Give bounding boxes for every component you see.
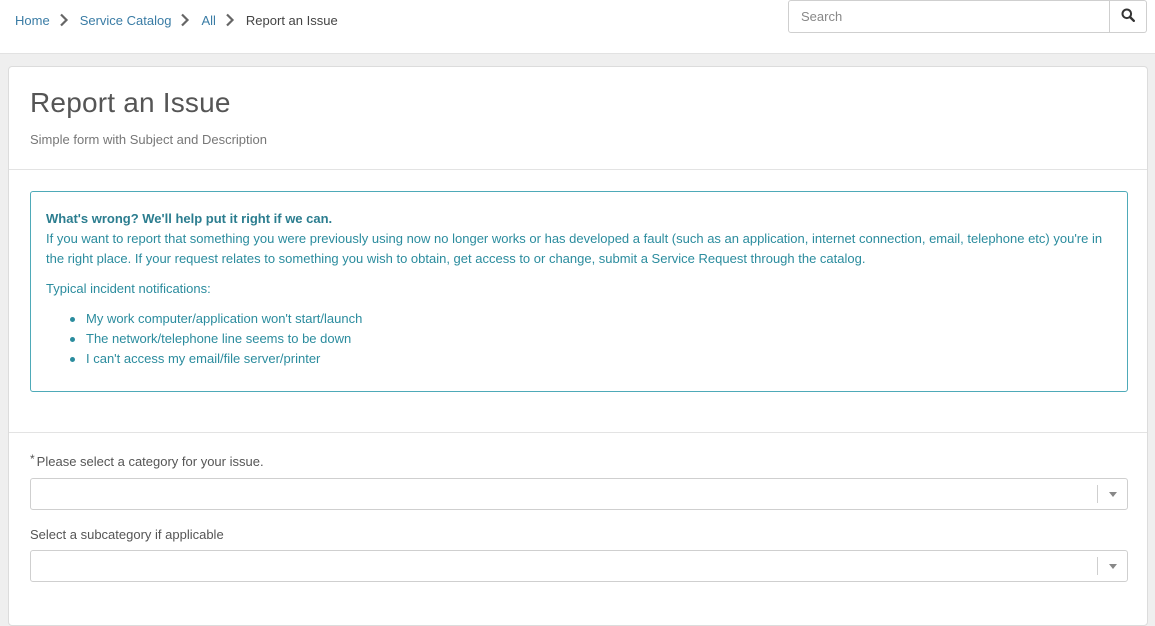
search-button[interactable]: [1110, 0, 1147, 33]
info-list: My work computer/application won't start…: [46, 309, 1112, 369]
list-item-text: My work computer/application won't start…: [86, 311, 363, 326]
top-bar: Home Service Catalog All Report an Issue: [0, 0, 1155, 54]
search-input[interactable]: [788, 0, 1110, 33]
page-title: Report an Issue: [30, 87, 231, 118]
breadcrumb-service-catalog-link[interactable]: Service Catalog: [80, 13, 172, 28]
chevron-right-icon: [171, 13, 201, 27]
info-list-label: Typical incident notifications:: [46, 281, 211, 296]
bullet-icon: [70, 337, 75, 342]
chevron-right-icon: [50, 13, 80, 27]
section-divider: [9, 432, 1147, 433]
info-heading: What's wrong? We'll help put it right if…: [46, 211, 333, 226]
catalog-item-panel: Report an Issue Simple form with Subject…: [8, 66, 1148, 626]
bullet-icon: [70, 317, 75, 322]
bullet-icon: [70, 357, 75, 362]
info-box: What's wrong? We'll help put it right if…: [30, 191, 1128, 392]
breadcrumb-home-link[interactable]: Home: [15, 13, 50, 28]
caret-down-icon[interactable]: [1097, 557, 1127, 575]
search-icon: [1121, 8, 1136, 25]
page-subtitle: Simple form with Subject and Description: [30, 132, 267, 147]
list-item-text: The network/telephone line seems to be d…: [86, 331, 352, 346]
category-label: * Please select a category for your issue…: [30, 452, 264, 469]
subcategory-select[interactable]: [30, 550, 1128, 582]
category-label-text: Please select a category for your issue.: [36, 454, 264, 469]
breadcrumb-all-link[interactable]: All: [201, 13, 215, 28]
list-item: I can't access my email/file server/prin…: [68, 349, 1112, 369]
chevron-right-icon: [216, 13, 246, 27]
required-indicator: *: [30, 452, 35, 466]
breadcrumb-current: Report an Issue: [245, 12, 338, 28]
panel-header: Report an Issue Simple form with Subject…: [9, 67, 1147, 170]
category-select[interactable]: [30, 478, 1128, 510]
breadcrumb: Home Service Catalog All Report an Issue: [15, 11, 338, 29]
info-paragraph: If you want to report that something you…: [46, 231, 1103, 266]
subcategory-label: Select a subcategory if applicable: [30, 527, 224, 542]
list-item-text: I can't access my email/file server/prin…: [86, 351, 321, 366]
search-bar: [788, 0, 1147, 33]
caret-down-icon[interactable]: [1097, 485, 1127, 503]
list-item: The network/telephone line seems to be d…: [68, 329, 1112, 349]
list-item: My work computer/application won't start…: [68, 309, 1112, 329]
